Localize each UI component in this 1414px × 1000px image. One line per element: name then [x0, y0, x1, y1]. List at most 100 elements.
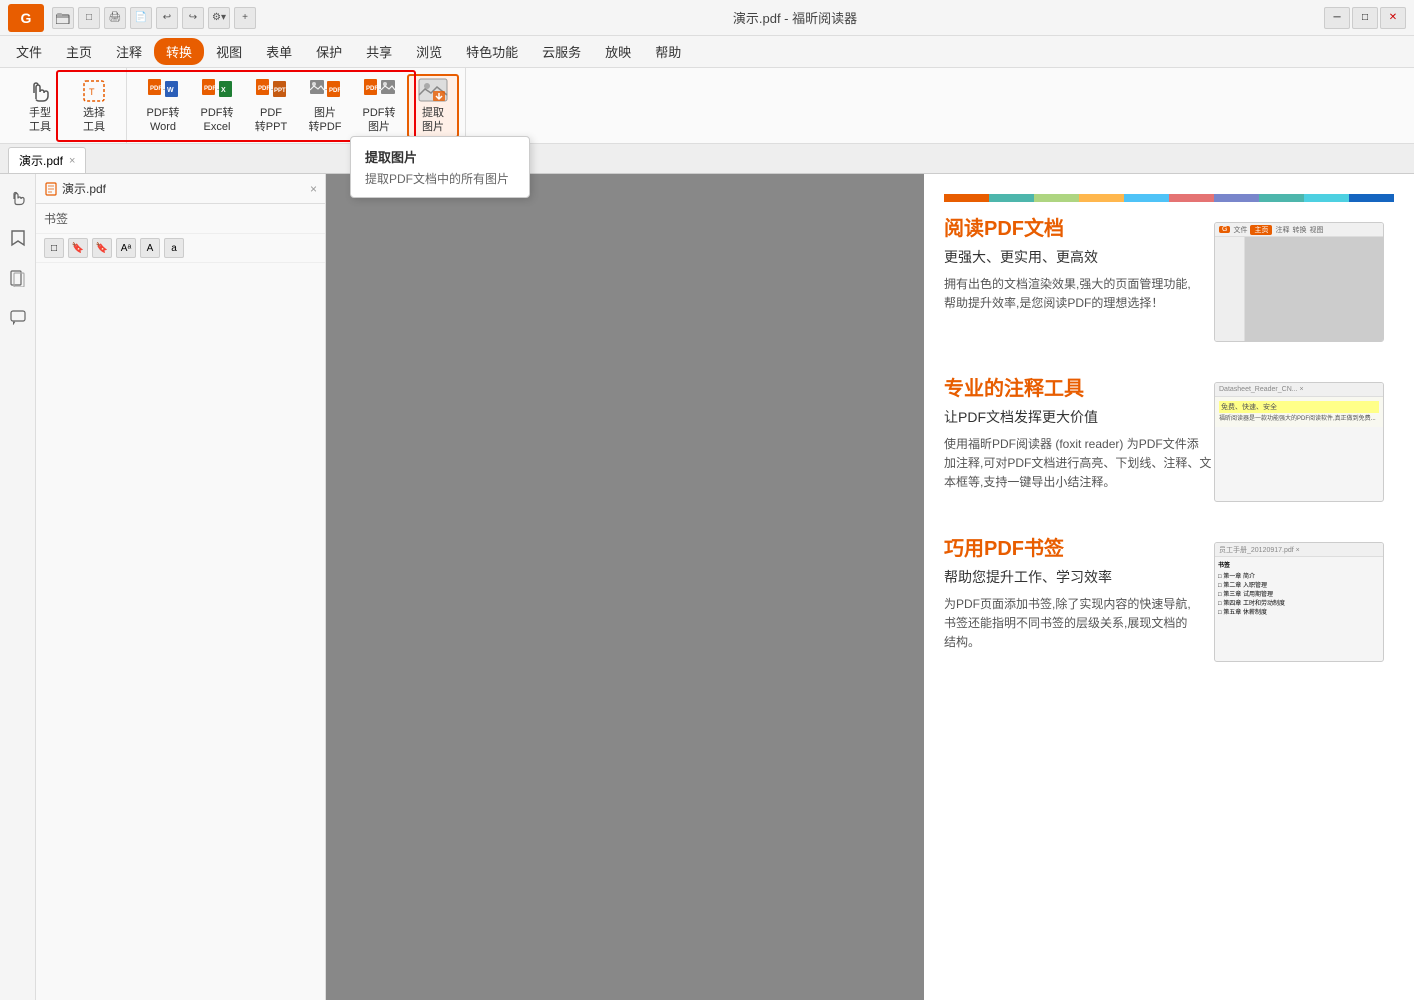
svg-text:X: X: [221, 87, 226, 94]
redo-btn[interactable]: ↪: [182, 7, 204, 29]
color-seg-5: [1124, 194, 1169, 202]
section1-screenshot: G 文件 主页 注释 转换 视图: [1214, 222, 1384, 342]
inner-sidebar: [1215, 237, 1245, 341]
bm-label: 书签: [1218, 560, 1285, 569]
hand-icon: [24, 77, 56, 105]
bm-item3: □ 第三章 试用期管理: [1218, 589, 1285, 598]
svg-text:W: W: [167, 87, 174, 94]
menu-help[interactable]: 帮助: [643, 38, 693, 65]
menu-protect[interactable]: 保护: [304, 38, 354, 65]
tab-close[interactable]: ×: [310, 182, 317, 196]
pdf-section-bookmark: 巧用PDF书签 帮助您提升工作、学习效率 为PDF页面添加书签,除了实现内容的快…: [944, 532, 1394, 662]
inner-ss-bar3: 员工手册_20120917.pdf ×: [1215, 543, 1383, 557]
more-btn[interactable]: ⚙▾: [208, 7, 230, 29]
window-controls[interactable]: ─ □ ✕: [1324, 7, 1406, 29]
open-folder-btn[interactable]: [52, 7, 74, 29]
select-tool-btn[interactable]: T 选择工具: [68, 74, 120, 138]
toolbar-group-tools: 手型工具 T 选择工具: [8, 68, 127, 143]
bookmark-toolbar: □ 🔖 🔖 Aᵃ A a: [36, 234, 325, 263]
menu-convert[interactable]: 转换: [154, 38, 204, 65]
select-icon: T: [78, 77, 110, 105]
inner-annotation-content: 免费、快速、安全 福昕阅读器是一款功能强大的PDF阅读软件,真正做到免费...: [1215, 397, 1383, 427]
select-tool-label: 选择工具: [83, 107, 105, 133]
bm-item2: □ 第二章 入职管理: [1218, 580, 1285, 589]
image-to-pdf-btn[interactable]: → PDF 图片转PDF: [299, 74, 351, 138]
inner-bookmark-list: 书签 □ 第一章 简介 □ 第二章 入职管理 □ 第三章 试用期管理 □ 第四章…: [1215, 557, 1288, 619]
extract-image-btn[interactable]: 提取图片: [407, 74, 459, 138]
color-seg-6: [1169, 194, 1214, 202]
bookmark-add-btn[interactable]: 🔖: [68, 238, 88, 258]
sidebar-hand-icon[interactable]: [4, 184, 32, 212]
pdf-page: 阅读PDF文档 更强大、更实用、更高效 拥有出色的文档渲染效果,强大的页面管理功…: [924, 174, 1414, 1000]
bm-item1: □ 第一章 简介: [1218, 571, 1285, 580]
sidebar-bookmark-icon[interactable]: [4, 224, 32, 252]
bm-item5: □ 第五章 休薪制度: [1218, 607, 1285, 616]
menu-special[interactable]: 特色功能: [454, 38, 530, 65]
inner-menu-active: 主页: [1250, 225, 1272, 235]
menu-bar: 文件 主页 注释 转换 视图 表单 保护 共享 浏览 特色功能 云服务 放映 帮…: [0, 36, 1414, 68]
bookmark-collapse-btn[interactable]: □: [44, 238, 64, 258]
tab-file-name: 演示.pdf: [62, 180, 106, 197]
pdf-to-word-btn[interactable]: PDF → W PDF转Word: [137, 74, 189, 138]
color-bar: [944, 194, 1394, 202]
bookmark-fontsize-up-btn[interactable]: A: [140, 238, 160, 258]
inner-logo: G: [1219, 226, 1230, 233]
color-seg-4: [1079, 194, 1124, 202]
color-seg-8: [1259, 194, 1304, 202]
maximize-btn[interactable]: □: [1352, 7, 1378, 29]
menu-form[interactable]: 表单: [254, 38, 304, 65]
extract-image-icon: [417, 77, 449, 105]
menu-slideshow[interactable]: 放映: [593, 38, 643, 65]
tooltip-popup: 提取图片 提取PDF文档中的所有图片: [350, 136, 530, 198]
new-doc-btn[interactable]: 📄: [130, 7, 152, 29]
pdf-to-image-btn[interactable]: PDF → PDF转图片: [353, 74, 405, 138]
pdf-to-excel-icon: PDF → X: [201, 77, 233, 105]
pdf-to-ppt-icon: PDF → PPT: [255, 77, 287, 105]
color-seg-7: [1214, 194, 1259, 202]
highlighted-text: 免费、快速、安全: [1219, 401, 1379, 413]
pdf-to-excel-btn[interactable]: PDF → X PDF转Excel: [191, 74, 243, 138]
pdf-section-read: 阅读PDF文档 更强大、更实用、更高效 拥有出色的文档渲染效果,强大的页面管理功…: [944, 212, 1394, 342]
menu-browse[interactable]: 浏览: [404, 38, 454, 65]
main-layout: 演示.pdf × 书签 □ 🔖 🔖 Aᵃ A a ◀: [0, 174, 1414, 1000]
section3-screenshot: 员工手册_20120917.pdf × 书签 □ 第一章 简介 □ 第二章 入职…: [1214, 542, 1384, 662]
new-btn[interactable]: □: [78, 7, 100, 29]
tooltip-title: 提取图片: [365, 147, 515, 166]
image-to-pdf-label: 图片转PDF: [309, 107, 342, 133]
menu-share[interactable]: 共享: [354, 38, 404, 65]
print-btn[interactable]: 🖨: [104, 7, 126, 29]
toolbar-group-convert: PDF → W PDF转Word PDF → X PDF转Excel: [131, 68, 466, 143]
menu-view[interactable]: 视图: [204, 38, 254, 65]
hand-tool-btn[interactable]: 手型工具: [14, 74, 66, 138]
pdf-to-image-icon: PDF →: [363, 77, 395, 105]
undo-btn[interactable]: ↩: [156, 7, 178, 29]
pdf-section-annotation: 专业的注释工具 让PDF文档发挥更大价值 使用福昕PDF阅读器 (foxit r…: [944, 372, 1394, 502]
pdf-to-ppt-btn[interactable]: PDF → PPT PDF转PPT: [245, 74, 297, 138]
minimize-btn[interactable]: ─: [1324, 7, 1350, 29]
menu-cloud[interactable]: 云服务: [530, 38, 593, 65]
menu-file[interactable]: 文件: [4, 38, 54, 65]
window-title: 演示.pdf - 福昕阅读器: [266, 8, 1324, 27]
bookmark-delete-btn[interactable]: 🔖: [92, 238, 112, 258]
titlebar-controls[interactable]: □ 🖨 📄 ↩ ↪ ⚙▾ +: [52, 7, 256, 29]
pdf-tab[interactable]: 演示.pdf ×: [8, 147, 86, 173]
inner-ss-bar1: G 文件 主页 注释 转换 视图: [1215, 223, 1383, 237]
image-to-pdf-icon: → PDF: [309, 77, 341, 105]
sidebar-comment-icon[interactable]: [4, 304, 32, 332]
inner-ss-bar2: Datasheet_Reader_CN... ×: [1215, 383, 1383, 397]
menu-home[interactable]: 主页: [54, 38, 104, 65]
inner-menu-view: 视图: [1309, 225, 1323, 235]
sidebar-pages-icon[interactable]: [4, 264, 32, 292]
menu-annotation[interactable]: 注释: [104, 38, 154, 65]
tab-close-btn[interactable]: ×: [69, 155, 75, 167]
bookmark-rename-btn[interactable]: Aᵃ: [116, 238, 136, 258]
close-btn[interactable]: ✕: [1380, 7, 1406, 29]
pdf-to-word-icon: PDF → W: [147, 77, 179, 105]
tooltip-desc: 提取PDF文档中的所有图片: [365, 170, 515, 187]
bookmark-fontsize-down-btn[interactable]: a: [164, 238, 184, 258]
inner-filename2: Datasheet_Reader_CN... ×: [1219, 386, 1304, 393]
tab-file-icon: [44, 182, 58, 196]
hand-tool-label: 手型工具: [29, 107, 51, 133]
svg-text:T: T: [89, 87, 95, 97]
customize-btn[interactable]: +: [234, 7, 256, 29]
